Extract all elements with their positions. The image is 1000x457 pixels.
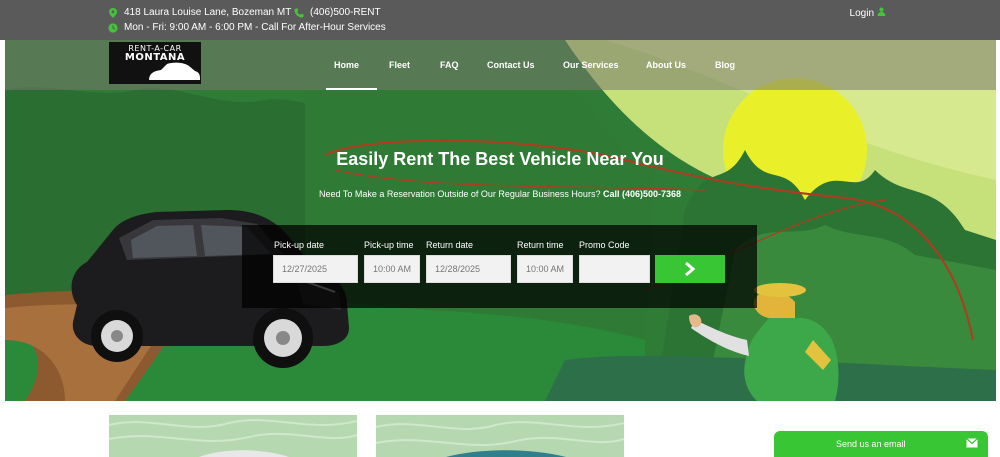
hero-headline: Easily Rent The Best Vehicle Near You: [336, 149, 664, 169]
map-pin-icon: [108, 7, 118, 18]
nav-home[interactable]: Home: [334, 60, 359, 70]
address-text: 418 Laura Louise Lane, Bozeman MT: [124, 7, 292, 18]
hero-banner: [5, 40, 996, 401]
return-date-label: Return date: [426, 240, 474, 250]
return-time-select[interactable]: 10:00 AM: [517, 255, 573, 283]
site-logo[interactable]: RENT-A-CAR MONTANA: [109, 42, 201, 84]
page: 418 Laura Louise Lane, Bozeman MT (406)5…: [0, 0, 1000, 457]
return-date-input[interactable]: 12/28/2025: [426, 255, 511, 283]
hours-text: Mon - Fri: 9:00 AM - 6:00 PM - Call For …: [124, 22, 386, 33]
nav-blog[interactable]: Blog: [715, 60, 735, 70]
topo-pattern-image: [109, 415, 357, 457]
hero-subline-text: Need To Make a Reservation Outside of Ou…: [318, 189, 601, 199]
nav-fleet[interactable]: Fleet: [389, 60, 410, 70]
address-row: 418 Laura Louise Lane, Bozeman MT: [108, 7, 291, 18]
hero-subline: Need To Make a Reservation Outside of Ou…: [0, 189, 1000, 199]
nav-contact-us[interactable]: Contact Us: [487, 60, 535, 70]
email-us-widget[interactable]: Send us an email: [774, 431, 988, 457]
hours-row: Mon - Fri: 9:00 AM - 6:00 PM - Call For …: [108, 22, 386, 33]
hero-call-number[interactable]: Call (406)500-7368: [603, 189, 681, 199]
phone-icon: [294, 8, 304, 18]
pickup-time-label: Pick-up time: [364, 240, 414, 250]
promo-code-input[interactable]: [579, 255, 650, 283]
fleet-card[interactable]: [109, 415, 357, 457]
user-icon: [877, 7, 886, 19]
pickup-date-label: Pick-up date: [274, 240, 325, 250]
nav-about-us[interactable]: About Us: [646, 60, 686, 70]
promo-code-label: Promo Code: [579, 240, 630, 250]
clock-icon: [108, 22, 118, 33]
top-info-bar: 418 Laura Louise Lane, Bozeman MT (406)5…: [0, 0, 1000, 40]
chevron-right-icon: [684, 261, 696, 280]
fleet-card[interactable]: [376, 415, 624, 457]
nav-active-indicator: [326, 88, 377, 90]
email-us-label[interactable]: Send us an email: [836, 439, 906, 449]
envelope-icon: [966, 438, 978, 451]
topo-pattern-image: [376, 415, 624, 457]
booking-form: Pick-up date 12/27/2025 Pick-up time 10:…: [242, 225, 757, 308]
search-submit-button[interactable]: [655, 255, 725, 283]
car-logo-icon: [109, 62, 200, 84]
login-label[interactable]: Login: [850, 8, 874, 19]
nav-faq[interactable]: FAQ: [440, 60, 459, 70]
login-link[interactable]: Login: [850, 7, 886, 19]
nav-our-services[interactable]: Our Services: [563, 60, 619, 70]
return-time-label: Return time: [517, 240, 564, 250]
phone-row[interactable]: (406)500-RENT: [294, 7, 381, 18]
pickup-date-input[interactable]: 12/27/2025: [273, 255, 358, 283]
phone-link[interactable]: (406)500-RENT: [310, 7, 381, 18]
main-navbar: RENT-A-CAR MONTANA Home Fleet FAQ Contac…: [5, 40, 996, 90]
pickup-time-select[interactable]: 10:00 AM: [364, 255, 420, 283]
